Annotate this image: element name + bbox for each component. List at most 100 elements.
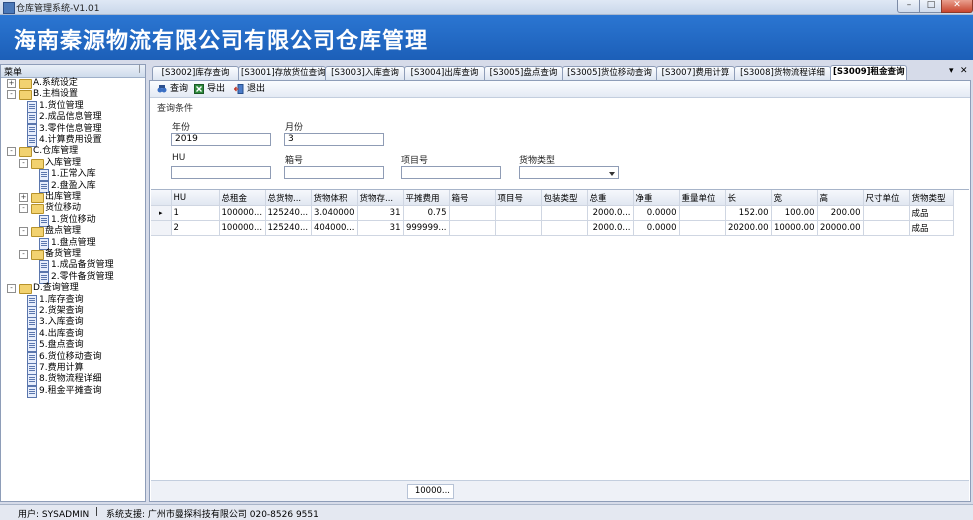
tab-3[interactable]: [S3003]入库查询 — [325, 66, 405, 80]
table-cell[interactable]: 1 — [171, 205, 220, 221]
tab-7[interactable]: [S3007]费用计算 — [656, 66, 735, 80]
collapse-icon[interactable]: - — [19, 250, 28, 259]
table-cell[interactable]: 20000.00 — [817, 220, 864, 236]
column-header[interactable]: 项目号 — [495, 190, 542, 206]
table-cell[interactable]: 0.0000 — [633, 220, 680, 236]
expand-icon[interactable]: + — [7, 79, 16, 88]
menu-item[interactable]: 8.货物流程详细 — [1, 374, 145, 387]
column-header[interactable]: 箱号 — [449, 190, 496, 206]
menu-item[interactable]: - 入库管理 — [1, 158, 145, 169]
expand-icon[interactable]: + — [19, 193, 28, 202]
minimize-button[interactable]: – — [897, 0, 921, 13]
column-header[interactable]: 高 — [817, 190, 864, 206]
menu-item[interactable]: - 盘点管理 — [1, 226, 145, 238]
tab-5[interactable]: [S3005]盘点查询 — [484, 66, 563, 80]
row-selector[interactable]: ▸ — [151, 205, 172, 221]
tab-4[interactable]: [S3004]出库查询 — [404, 66, 485, 80]
menu-item[interactable]: - B.主档设置 — [1, 89, 145, 101]
tab-2[interactable]: [S3001]存放货位查询 — [238, 66, 326, 80]
table-cell[interactable]: 3.040000 — [311, 205, 358, 221]
column-header[interactable]: 货物类型 — [909, 190, 954, 206]
table-cell[interactable]: 31 — [357, 220, 404, 236]
table-cell[interactable] — [495, 205, 542, 221]
menu-item[interactable]: 1.盘点管理 — [1, 237, 145, 250]
column-header[interactable] — [151, 190, 172, 206]
table-cell[interactable]: 成品 — [909, 220, 954, 236]
tab-1[interactable]: [S3002]库存查询 — [152, 66, 239, 80]
row-selector[interactable] — [151, 220, 172, 236]
menu-item[interactable]: 2.成品信息管理 — [1, 112, 145, 125]
month-input[interactable] — [284, 133, 384, 146]
close-window-button[interactable]: ✕ — [941, 0, 973, 13]
table-cell[interactable]: 125240... — [265, 205, 312, 221]
column-header[interactable]: 重量单位 — [679, 190, 726, 206]
menu-item[interactable]: 1.货位移动 — [1, 214, 145, 227]
box-number-input[interactable] — [284, 166, 384, 179]
column-header[interactable]: 总租金 — [219, 190, 266, 206]
table-cell[interactable]: 999999... — [403, 220, 450, 236]
menu-item[interactable]: 1.成品备货管理 — [1, 260, 145, 273]
column-header[interactable]: 尺寸单位 — [863, 190, 910, 206]
table-cell[interactable] — [495, 220, 542, 236]
table-row[interactable]: 2 100000... 125240... 404000... 31 999999... 2… — [151, 220, 954, 236]
menu-item[interactable]: 6.货位移动查询 — [1, 351, 145, 364]
exit-button[interactable]: 退出 — [234, 83, 265, 95]
menu-item[interactable]: - D.查询管理 — [1, 283, 145, 295]
table-cell[interactable]: 125240... — [265, 220, 312, 236]
column-header[interactable]: 宽 — [771, 190, 818, 206]
column-header[interactable]: 总货物... — [265, 190, 312, 206]
collapse-icon[interactable]: - — [19, 227, 28, 237]
table-cell[interactable]: 成品 — [909, 205, 954, 221]
menu-item[interactable]: 2.零件备货管理 — [1, 271, 145, 284]
menu-item[interactable]: 2.盘盈入库 — [1, 180, 145, 193]
table-cell[interactable]: 200.00 — [817, 205, 864, 221]
table-cell[interactable]: 10000.00 — [771, 220, 818, 236]
menu-item[interactable]: + 出库管理 — [1, 192, 145, 203]
column-header[interactable]: HU — [171, 190, 220, 206]
collapse-icon[interactable]: - — [7, 284, 16, 294]
menu-item[interactable]: 1.货位管理 — [1, 100, 145, 113]
column-header[interactable]: 长 — [725, 190, 772, 206]
tab-list-dropdown-icon[interactable]: ▾ — [949, 66, 954, 76]
table-cell[interactable]: 100000... — [219, 205, 266, 221]
menu-item[interactable]: - C.仓库管理 — [1, 146, 145, 158]
table-cell[interactable] — [449, 220, 496, 236]
table-cell[interactable] — [541, 220, 588, 236]
goods-type-select[interactable] — [519, 166, 619, 179]
table-cell[interactable]: 0.75 — [403, 205, 450, 221]
tab-8[interactable]: [S3008]货物流程详细 — [734, 66, 831, 80]
table-cell[interactable] — [679, 205, 726, 221]
collapse-icon[interactable]: - — [7, 147, 16, 157]
column-header[interactable]: 货物体积 — [311, 190, 358, 206]
table-cell[interactable]: 20200.00 — [725, 220, 772, 236]
table-cell[interactable]: 0.0000 — [633, 205, 680, 221]
table-cell[interactable] — [449, 205, 496, 221]
menu-item[interactable]: 1.正常入库 — [1, 169, 145, 182]
table-cell[interactable]: 2 — [171, 220, 220, 236]
tab-close-icon[interactable]: ✕ — [960, 66, 968, 76]
column-header[interactable]: 包装类型 — [541, 190, 588, 206]
maximize-button[interactable]: □ — [919, 0, 943, 13]
collapse-icon[interactable]: - — [19, 204, 28, 214]
menu-item[interactable]: 4.计算费用设置 — [1, 135, 145, 147]
menu-item[interactable]: 3.入库查询 — [1, 317, 145, 330]
column-header[interactable]: 净重 — [633, 190, 680, 206]
table-row[interactable]: ▸ 1 100000... 125240... 3.040000 31 0.75 2000.0… — [151, 205, 954, 221]
hu-input[interactable] — [171, 166, 271, 179]
menu-item[interactable]: - 备货管理 — [1, 249, 145, 260]
table-cell[interactable]: 404000... — [311, 220, 358, 236]
menu-item[interactable]: 5.盘点查询 — [1, 340, 145, 353]
column-header[interactable]: 货物存... — [357, 190, 404, 206]
tab-6[interactable]: [S3005]货位移动查询 — [562, 66, 657, 80]
year-input[interactable] — [171, 133, 271, 146]
collapse-icon[interactable]: - — [7, 90, 16, 100]
table-cell[interactable] — [541, 205, 588, 221]
menu-item[interactable]: + A.系统设定 — [1, 78, 145, 89]
collapse-icon[interactable]: - — [19, 158, 28, 168]
menu-item[interactable]: 4.出库查询 — [1, 328, 145, 341]
table-cell[interactable] — [863, 205, 910, 221]
menu-item[interactable]: - 货位移动 — [1, 203, 145, 215]
table-cell[interactable]: 100.00 — [771, 205, 818, 221]
export-button[interactable]: 导出 — [194, 83, 225, 95]
table-cell[interactable]: 2000.0... — [587, 205, 634, 221]
